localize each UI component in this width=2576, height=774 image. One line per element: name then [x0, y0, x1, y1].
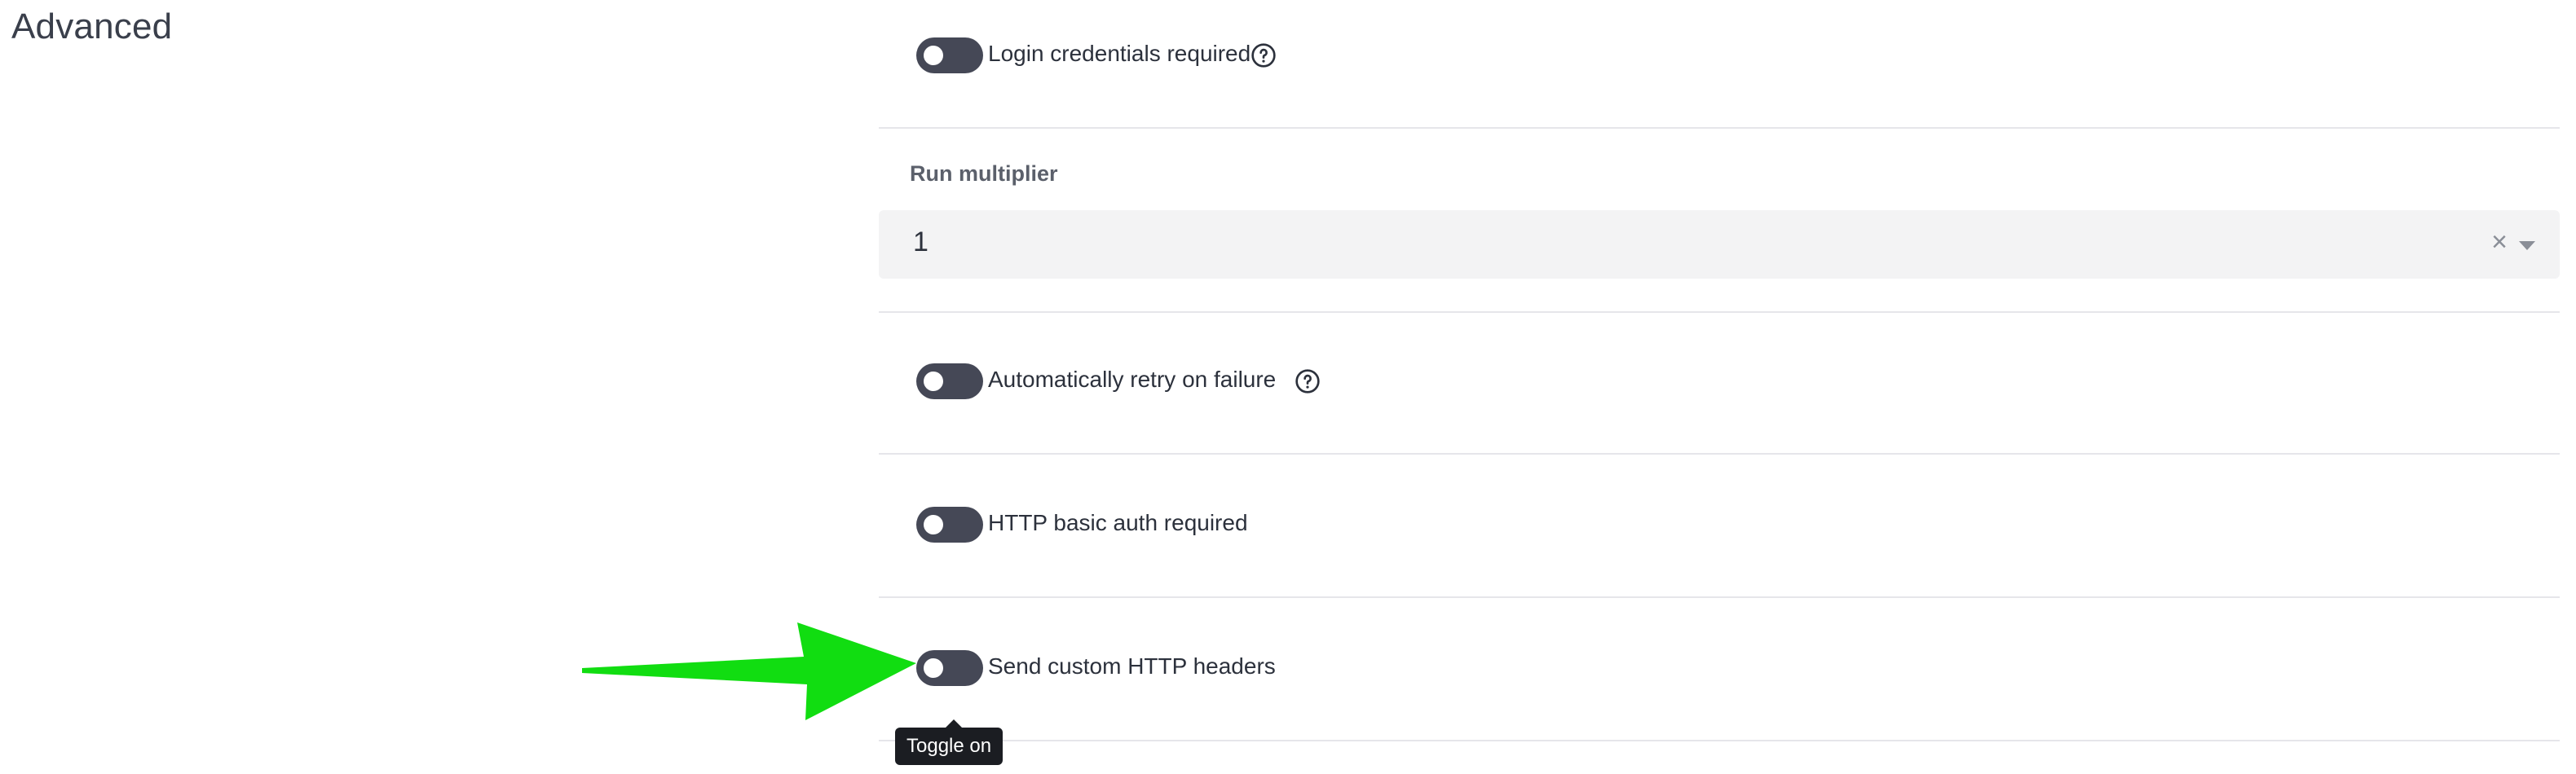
custom-headers-toggle[interactable]: [916, 650, 983, 686]
toggle-knob: [924, 372, 943, 391]
toggle-knob: [924, 515, 943, 534]
divider: [879, 740, 2560, 741]
toggle-tooltip: Toggle on: [895, 719, 1003, 765]
section-title: Advanced: [11, 7, 173, 46]
run-multiplier-select[interactable]: 1 ×: [879, 210, 2560, 279]
login-credentials-label: Login credentials required: [988, 41, 1251, 66]
help-icon[interactable]: [1295, 368, 1321, 394]
help-icon[interactable]: [1251, 42, 1277, 68]
http-basic-auth-toggle[interactable]: [916, 507, 983, 543]
divider: [879, 127, 2560, 129]
http-basic-auth-label: HTTP basic auth required: [988, 510, 1248, 535]
custom-headers-label: Send custom HTTP headers: [988, 653, 1276, 679]
close-icon[interactable]: ×: [2491, 226, 2508, 258]
auto-retry-label: Automatically retry on failure: [988, 367, 1277, 392]
divider: [879, 453, 2560, 455]
divider: [879, 596, 2560, 598]
chevron-down-icon[interactable]: [2519, 241, 2535, 250]
login-credentials-toggle[interactable]: [916, 37, 983, 73]
green-arrow-icon: [582, 622, 916, 720]
run-multiplier-label: Run multiplier: [910, 161, 1058, 186]
toggle-knob: [924, 658, 943, 678]
divider: [879, 311, 2560, 313]
toggle-knob: [924, 46, 943, 65]
run-multiplier-value: 1: [913, 226, 929, 257]
auto-retry-toggle[interactable]: [916, 363, 983, 399]
